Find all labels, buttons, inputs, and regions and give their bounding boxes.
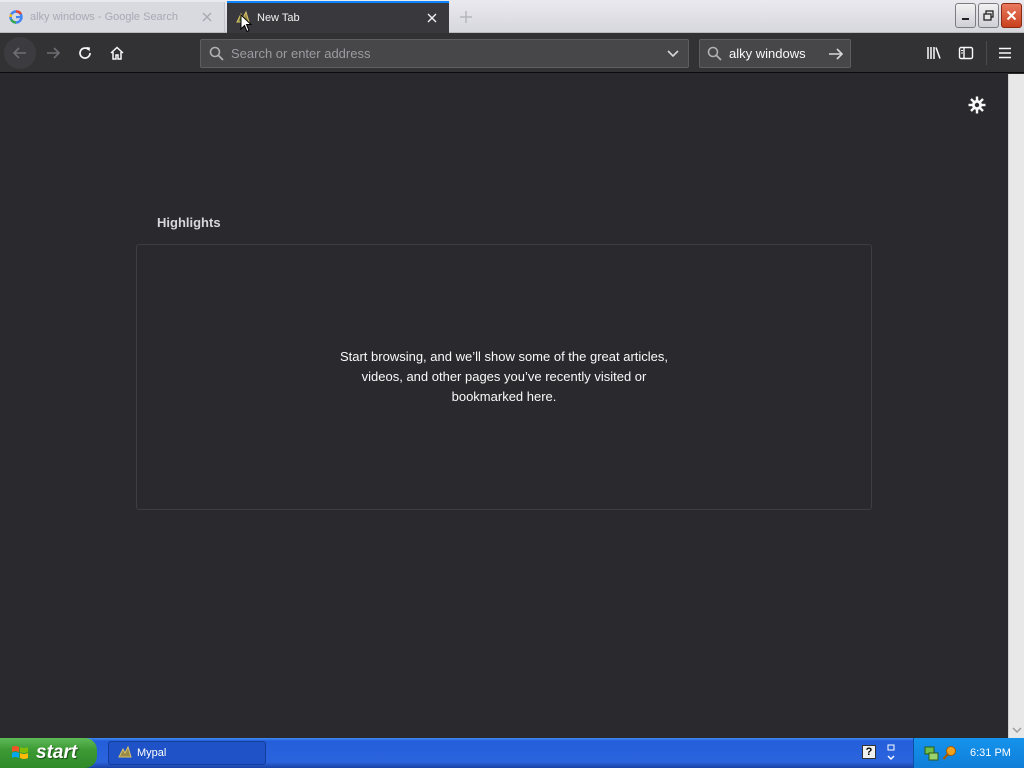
go-arrow-icon[interactable] — [821, 47, 850, 61]
sidebar-button[interactable] — [950, 37, 982, 69]
tab-title: alky windows - Google Search — [30, 11, 178, 23]
empty-state-message: Start browsing, and we’ll show some of t… — [339, 349, 669, 404]
nav-toolbar — [0, 33, 1024, 73]
vertical-scrollbar[interactable] — [1008, 74, 1024, 738]
hamburger-menu-icon — [999, 47, 1011, 59]
taskbar-item-mypal[interactable]: Mypal — [108, 741, 266, 765]
search-icon — [700, 46, 729, 61]
close-tab-icon[interactable] — [423, 9, 441, 27]
new-tab-button[interactable] — [455, 6, 477, 28]
start-label: start — [36, 742, 78, 763]
chevron-icon — [887, 744, 895, 760]
mouse-cursor-icon — [240, 14, 252, 33]
library-icon — [927, 47, 941, 59]
mypal-icon — [118, 745, 132, 758]
back-button[interactable] — [4, 37, 36, 69]
library-button[interactable] — [918, 37, 950, 69]
show-hidden-icons-button[interactable] — [884, 743, 898, 763]
windows-logo-icon — [12, 746, 28, 759]
clock: 6:31 PM — [970, 747, 1011, 759]
minimize-button[interactable] — [955, 3, 976, 28]
taskbar-item-label: Mypal — [137, 747, 167, 759]
google-g-icon — [8, 9, 24, 25]
close-tab-icon[interactable] — [198, 8, 216, 26]
search-bar[interactable] — [699, 39, 851, 68]
search-icon — [201, 46, 231, 61]
system-tray: 6:31 PM — [913, 738, 1024, 768]
toolbar-separator — [986, 41, 987, 65]
address-input[interactable] — [231, 46, 658, 61]
gear-icon[interactable] — [966, 94, 988, 116]
tab-title: New Tab — [257, 12, 300, 24]
menu-button[interactable] — [989, 37, 1021, 69]
close-icon — [1006, 10, 1017, 21]
taskbar: start Mypal ? 6:31 PM — [0, 738, 1024, 768]
forward-button[interactable] — [37, 37, 69, 69]
tab-new-tab[interactable]: New Tab — [227, 1, 449, 33]
restore-icon — [983, 10, 994, 21]
start-button[interactable]: start — [0, 738, 97, 768]
tab-google-search[interactable]: alky windows - Google Search — [0, 2, 225, 32]
chevron-down-icon[interactable] — [658, 49, 688, 58]
home-button[interactable] — [101, 37, 133, 69]
arrow-left-icon — [12, 47, 26, 59]
address-bar[interactable] — [200, 39, 689, 68]
search-tray-icon[interactable] — [942, 745, 958, 761]
new-tab-page: Highlights Start browsing, and we’ll sho… — [0, 74, 1008, 738]
reload-icon — [79, 47, 91, 59]
tab-strip: alky windows - Google Search New Tab — [0, 0, 1024, 33]
highlights-title: Highlights — [157, 215, 221, 230]
highlights-empty-state: Start browsing, and we’ll show some of t… — [136, 244, 872, 510]
home-icon — [110, 46, 124, 60]
plus-icon — [460, 11, 472, 23]
sidebar-icon — [958, 46, 974, 60]
restore-button[interactable] — [978, 3, 999, 28]
help-icon[interactable]: ? — [862, 745, 876, 759]
close-window-button[interactable] — [1001, 3, 1022, 28]
search-input[interactable] — [729, 46, 821, 61]
scroll-down-arrow-icon[interactable] — [1012, 725, 1022, 735]
minimize-icon — [961, 17, 969, 20]
arrow-right-icon — [47, 47, 61, 59]
network-icon[interactable] — [924, 745, 940, 761]
reload-button[interactable] — [69, 37, 101, 69]
